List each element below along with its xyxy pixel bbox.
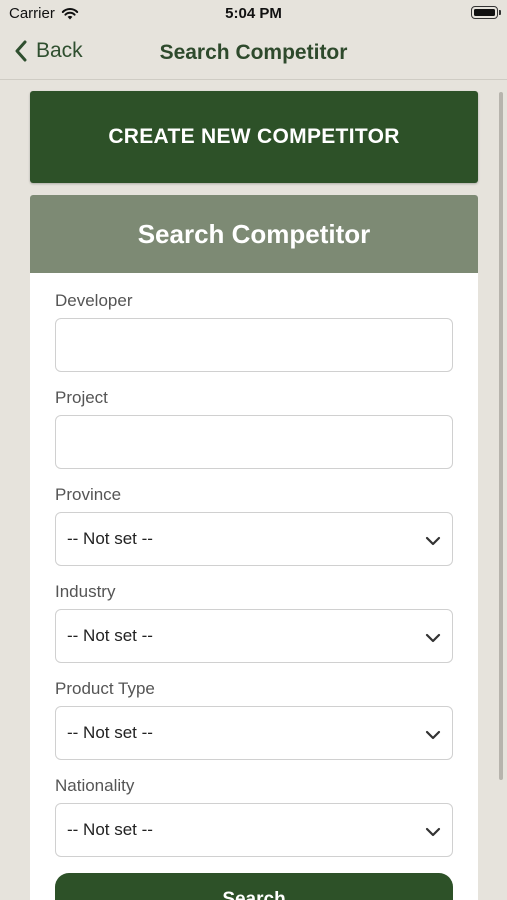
status-time: 5:04 PM xyxy=(225,5,282,22)
nationality-select[interactable]: -- Not set -- xyxy=(55,803,453,857)
create-new-competitor-button[interactable]: CREATE NEW COMPETITOR xyxy=(30,91,478,183)
province-select[interactable]: -- Not set -- xyxy=(55,512,453,566)
page-title: Search Competitor xyxy=(159,41,348,64)
province-field: Province -- Not set -- xyxy=(55,485,453,566)
main-content: CREATE NEW COMPETITOR Search Competitor … xyxy=(30,91,478,900)
project-input[interactable] xyxy=(55,415,453,469)
screen: Carrier 5:04 PM Back Search Competitor C xyxy=(0,0,507,900)
developer-label: Developer xyxy=(55,291,133,310)
developer-input[interactable] xyxy=(55,318,453,372)
navigation-bar: Back Search Competitor xyxy=(0,28,507,80)
province-value: -- Not set -- xyxy=(67,529,153,548)
industry-label: Industry xyxy=(55,582,116,601)
search-button[interactable]: Search xyxy=(55,873,453,900)
project-field: Project xyxy=(55,388,453,469)
search-form: Developer Project Province -- Not set -- xyxy=(30,273,478,900)
nationality-value: -- Not set -- xyxy=(67,820,153,839)
nationality-field: Nationality -- Not set -- xyxy=(55,776,453,857)
scrollbar[interactable] xyxy=(499,92,503,780)
industry-select[interactable]: -- Not set -- xyxy=(55,609,453,663)
industry-field: Industry -- Not set -- xyxy=(55,582,453,663)
status-bar: Carrier 5:04 PM xyxy=(0,0,507,28)
search-panel-title: Search Competitor xyxy=(30,195,478,273)
product-type-select[interactable]: -- Not set -- xyxy=(55,706,453,760)
search-panel: Search Competitor Developer Project Prov… xyxy=(30,195,478,900)
chevron-down-icon xyxy=(425,824,441,842)
product-type-label: Product Type xyxy=(55,679,155,698)
product-type-field: Product Type -- Not set -- xyxy=(55,679,453,760)
chevron-down-icon xyxy=(425,727,441,745)
chevron-down-icon xyxy=(425,533,441,551)
industry-value: -- Not set -- xyxy=(67,626,153,645)
developer-field: Developer xyxy=(55,291,453,372)
province-label: Province xyxy=(55,485,122,504)
project-label: Project xyxy=(55,388,108,407)
chevron-down-icon xyxy=(425,630,441,648)
battery-icon xyxy=(471,6,501,19)
nationality-label: Nationality xyxy=(55,776,135,795)
product-type-value: -- Not set -- xyxy=(67,723,153,742)
